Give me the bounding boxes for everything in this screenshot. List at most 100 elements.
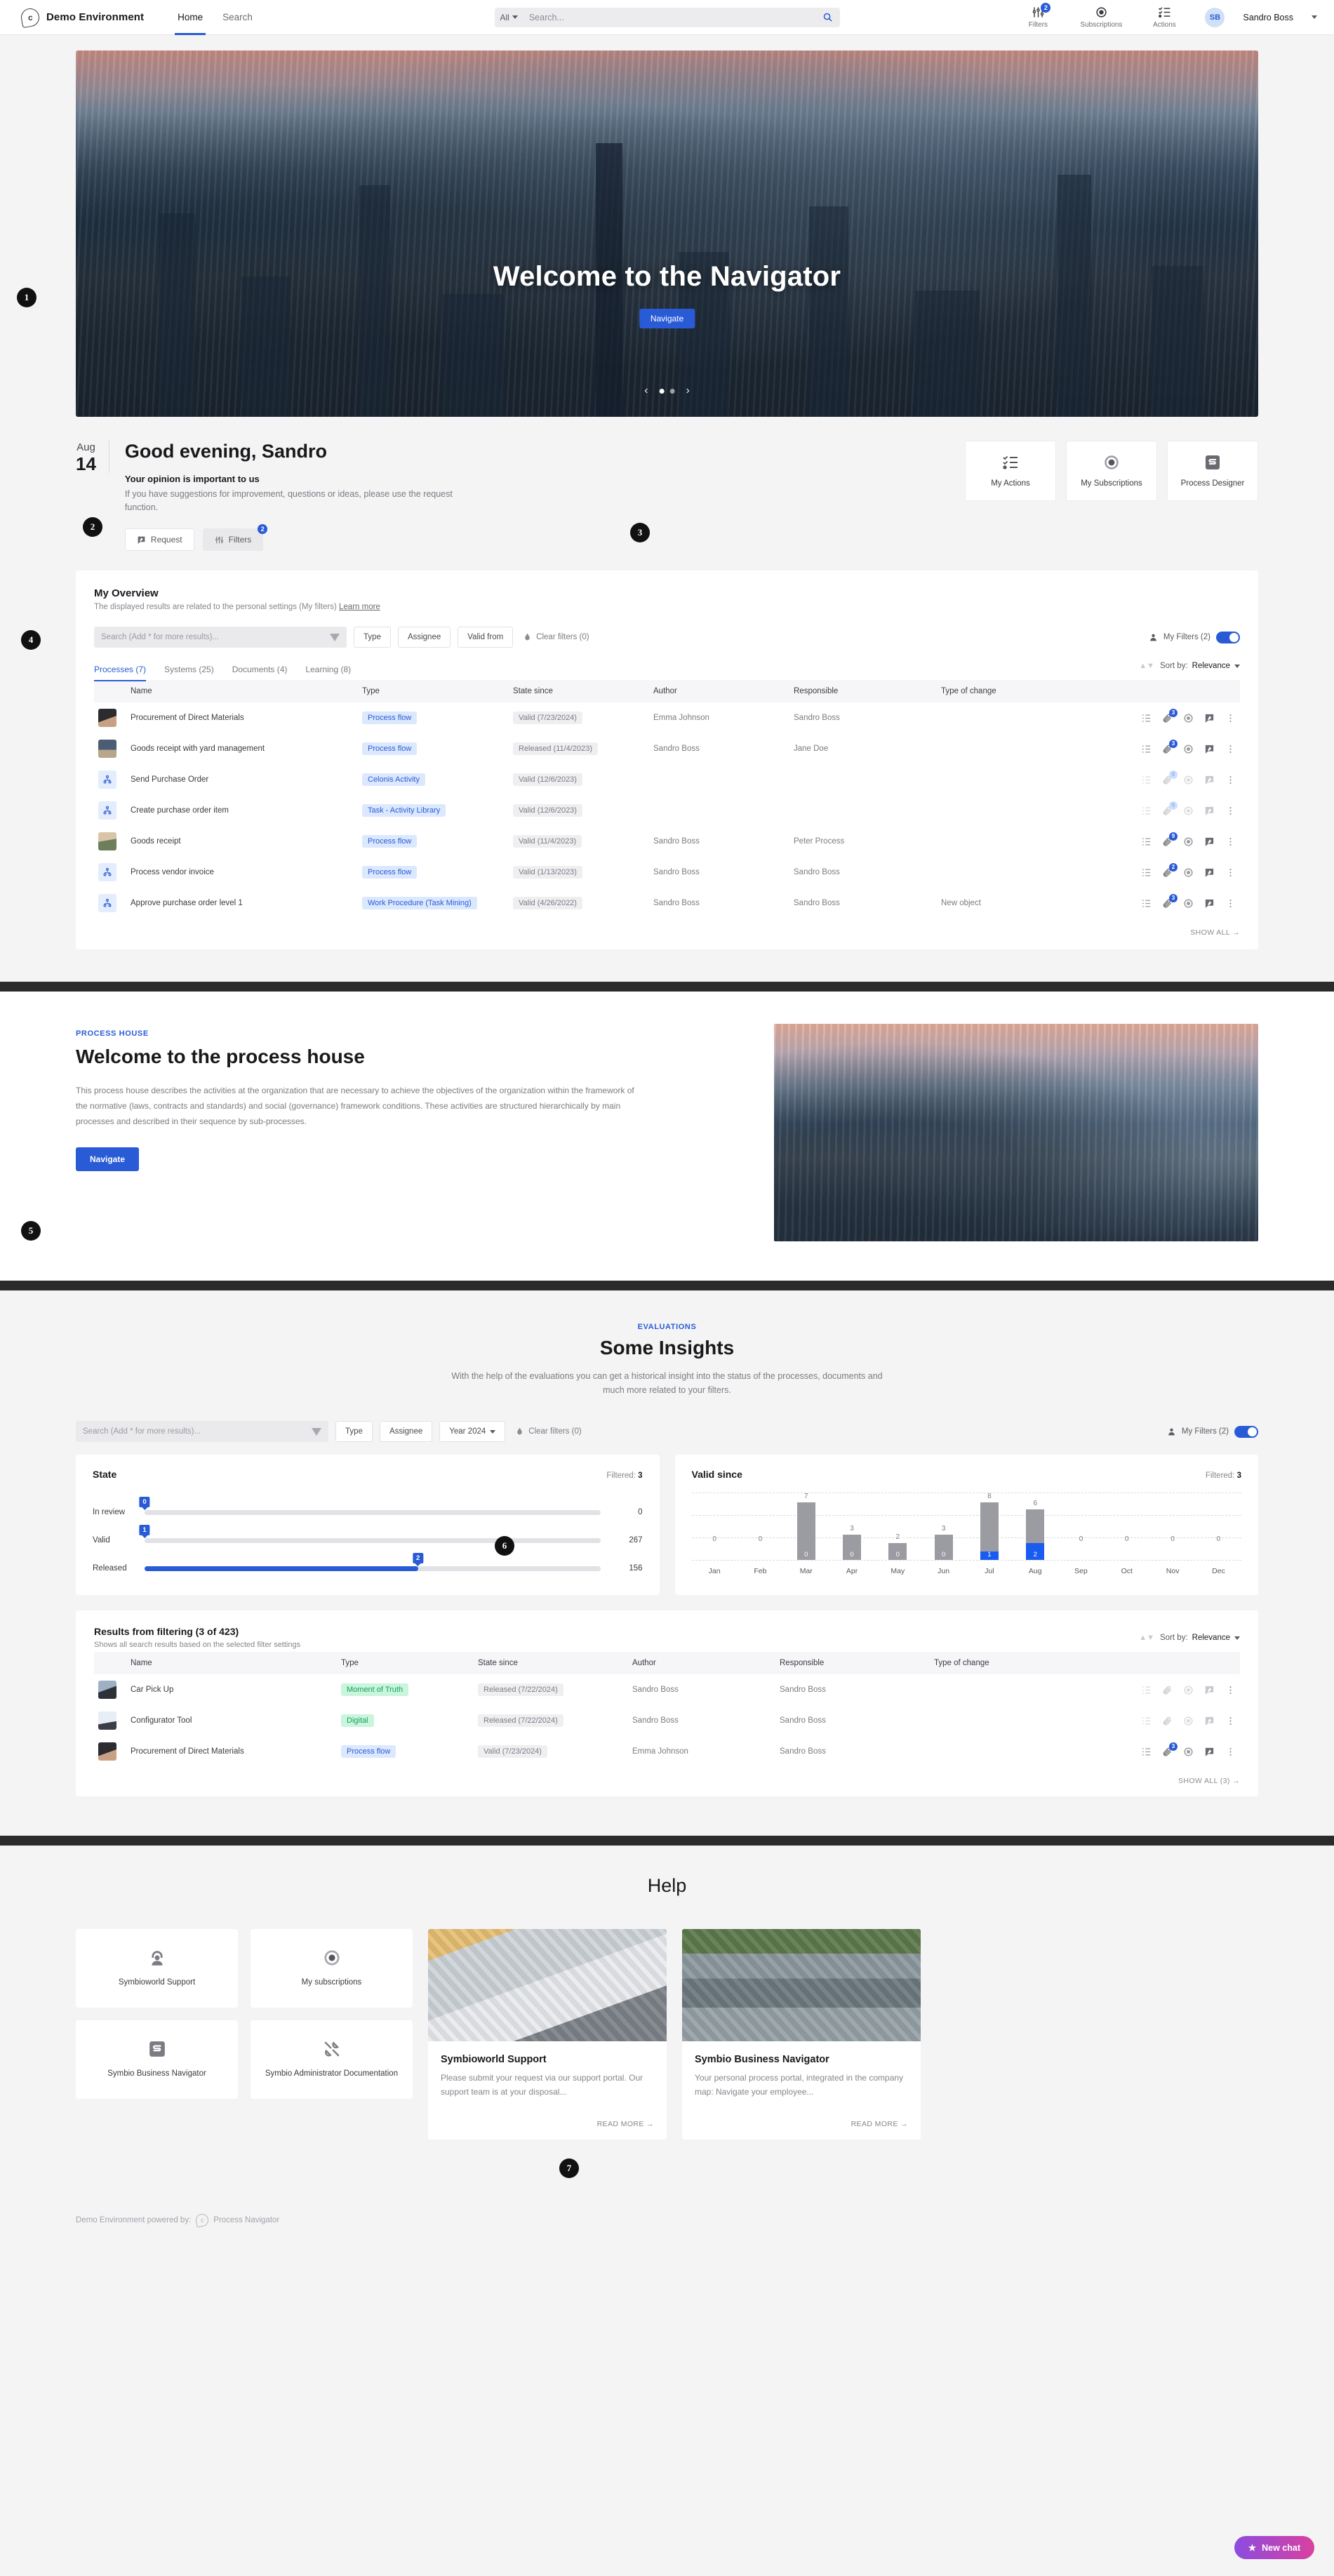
insights-my-filters-toggle[interactable] <box>1234 1425 1258 1438</box>
row-name[interactable]: Goods receipt <box>126 826 358 857</box>
table-row[interactable]: Goods receipt Process flow Valid (11/4/2… <box>94 826 1240 857</box>
details-list-icon[interactable] <box>1141 744 1152 754</box>
feedback-icon[interactable] <box>1204 775 1215 785</box>
process-house-navigate-button[interactable]: Navigate <box>76 1147 140 1171</box>
more-options-icon[interactable] <box>1225 1747 1236 1757</box>
help-card-read-more[interactable]: READ MORE → <box>428 2117 667 2140</box>
bar-column[interactable]: 7 0 <box>783 1493 829 1560</box>
attachment-icon[interactable]: 0 <box>1162 801 1178 816</box>
feedback-icon[interactable] <box>1204 713 1215 723</box>
feedback-icon[interactable] <box>1204 898 1215 909</box>
subscribe-eye-icon[interactable] <box>1183 1716 1194 1726</box>
details-list-icon[interactable] <box>1141 1747 1152 1757</box>
table-row[interactable]: Send Purchase Order Celonis Activity Val… <box>94 764 1240 795</box>
header-action-subscriptions[interactable]: Subscriptions <box>1079 6 1123 29</box>
bar-column[interactable]: 3 0 <box>921 1493 966 1560</box>
filter-funnel-icon[interactable] <box>312 1427 321 1436</box>
tab-learning[interactable]: Learning (8) <box>305 665 351 681</box>
sort-direction-icon[interactable]: ▲▼ <box>1139 1634 1154 1642</box>
new-chat-button[interactable]: ★ New chat <box>1234 2536 1314 2559</box>
help-card-read-more[interactable]: READ MORE → <box>682 2117 921 2140</box>
hero-navigate-button[interactable]: Navigate <box>639 309 695 328</box>
nav-item-search[interactable]: Search <box>222 0 253 35</box>
more-options-icon[interactable] <box>1225 1716 1236 1726</box>
bar-column[interactable]: 2 0 <box>875 1493 921 1560</box>
table-row[interactable]: Procurement of Direct Materials Process … <box>94 1736 1240 1767</box>
insights-filter-type[interactable]: Type <box>335 1421 373 1442</box>
bar[interactable]: 0 <box>843 1535 862 1560</box>
col-state-since[interactable]: State since <box>509 680 649 702</box>
overview-search-input[interactable] <box>101 633 324 641</box>
details-list-icon[interactable] <box>1141 898 1152 909</box>
nav-item-home[interactable]: Home <box>175 0 206 35</box>
insights-search-input[interactable] <box>83 1427 306 1436</box>
attachment-icon[interactable]: 3 <box>1162 739 1178 754</box>
table-row[interactable]: Create purchase order item Task - Activi… <box>94 795 1240 826</box>
help-card-symbioworld-support[interactable]: Symbioworld Support Please submit your r… <box>428 1929 667 2140</box>
more-options-icon[interactable] <box>1225 836 1236 847</box>
search-icon[interactable] <box>819 9 837 26</box>
table-row[interactable]: Procurement of Direct Materials Process … <box>94 702 1240 733</box>
details-list-icon[interactable] <box>1141 867 1152 878</box>
col-author[interactable]: Author <box>649 680 789 702</box>
attachment-icon[interactable]: 3 <box>1162 1742 1178 1757</box>
avatar[interactable]: SB <box>1205 7 1225 27</box>
feedback-icon[interactable] <box>1204 1685 1215 1695</box>
row-name[interactable]: Procurement of Direct Materials <box>126 702 358 733</box>
subscribe-eye-icon[interactable] <box>1183 867 1194 878</box>
row-name[interactable]: Process vendor invoice <box>126 857 358 888</box>
greeting-filters-button[interactable]: Filters 2 <box>202 524 268 551</box>
subscribe-eye-icon[interactable] <box>1183 806 1194 816</box>
carousel-dot-2[interactable] <box>669 388 675 394</box>
res-col-type[interactable]: Type <box>337 1652 474 1674</box>
feedback-icon[interactable] <box>1204 836 1215 847</box>
col-name[interactable]: Name <box>126 680 358 702</box>
details-list-icon[interactable] <box>1141 713 1152 723</box>
help-card-symbio-business-navigator[interactable]: Symbio Business Navigator Your personal … <box>682 1929 921 2140</box>
my-filters-toggle[interactable] <box>1216 631 1240 643</box>
bar-column[interactable]: 0 <box>1058 1493 1104 1560</box>
row-name[interactable]: Send Purchase Order <box>126 764 358 795</box>
col-type[interactable]: Type <box>358 680 509 702</box>
quick-card-my-actions[interactable]: My Actions <box>965 441 1056 501</box>
subscribe-eye-icon[interactable] <box>1183 713 1194 723</box>
more-options-icon[interactable] <box>1225 713 1236 723</box>
details-list-icon[interactable] <box>1141 775 1152 785</box>
results-show-all[interactable]: SHOW ALL (3) → <box>94 1777 1240 1785</box>
learn-more-link[interactable]: Learn more <box>339 603 380 611</box>
more-options-icon[interactable] <box>1225 898 1236 909</box>
overview-show-all[interactable]: SHOW ALL → <box>94 928 1240 937</box>
attachment-icon[interactable]: 0 <box>1162 770 1178 785</box>
filter-button-valid-from[interactable]: Valid from <box>458 627 514 648</box>
more-options-icon[interactable] <box>1225 806 1236 816</box>
results-sort-by[interactable]: Sort by: Relevance <box>1160 1634 1240 1642</box>
quick-card-my-subscriptions[interactable]: My Subscriptions <box>1066 441 1157 501</box>
more-options-icon[interactable] <box>1225 867 1236 878</box>
table-row[interactable]: Goods receipt with yard management Proce… <box>94 733 1240 764</box>
help-tile-my-subscriptions[interactable]: My subscriptions <box>251 1929 413 2008</box>
row-name[interactable]: Goods receipt with yard management <box>126 733 358 764</box>
bar-column[interactable]: 0 <box>738 1493 783 1560</box>
more-options-icon[interactable] <box>1225 1685 1236 1695</box>
request-button[interactable]: Request <box>124 528 194 551</box>
bar-column[interactable]: 3 0 <box>829 1493 874 1560</box>
tab-systems[interactable]: Systems (25) <box>164 665 214 681</box>
header-action-actions[interactable]: Actions <box>1142 6 1187 29</box>
details-list-icon[interactable] <box>1141 1685 1152 1695</box>
clear-filters-button[interactable]: Clear filters (0) <box>523 632 589 642</box>
more-options-icon[interactable] <box>1225 744 1236 754</box>
row-name[interactable]: Approve purchase order level 1 <box>126 888 358 919</box>
row-name[interactable]: Create purchase order item <box>126 795 358 826</box>
help-tile-symbio-administrator-documentation[interactable]: Symbio Administrator Documentation <box>251 2020 413 2099</box>
feedback-icon[interactable] <box>1204 1747 1215 1757</box>
subscribe-eye-icon[interactable] <box>1183 744 1194 754</box>
quick-card-process-designer[interactable]: Process Designer <box>1167 441 1258 501</box>
chevron-left-icon[interactable]: ‹ <box>644 385 648 397</box>
feedback-icon[interactable] <box>1204 806 1215 816</box>
tab-processes[interactable]: Processes (7) <box>94 665 147 681</box>
sort-by-control[interactable]: Sort by: Relevance <box>1160 662 1240 670</box>
bar-column[interactable]: 0 <box>1196 1493 1241 1560</box>
bar[interactable]: 1 <box>980 1502 999 1560</box>
subscribe-eye-icon[interactable] <box>1183 898 1194 909</box>
col-responsible[interactable]: Responsible <box>789 680 937 702</box>
